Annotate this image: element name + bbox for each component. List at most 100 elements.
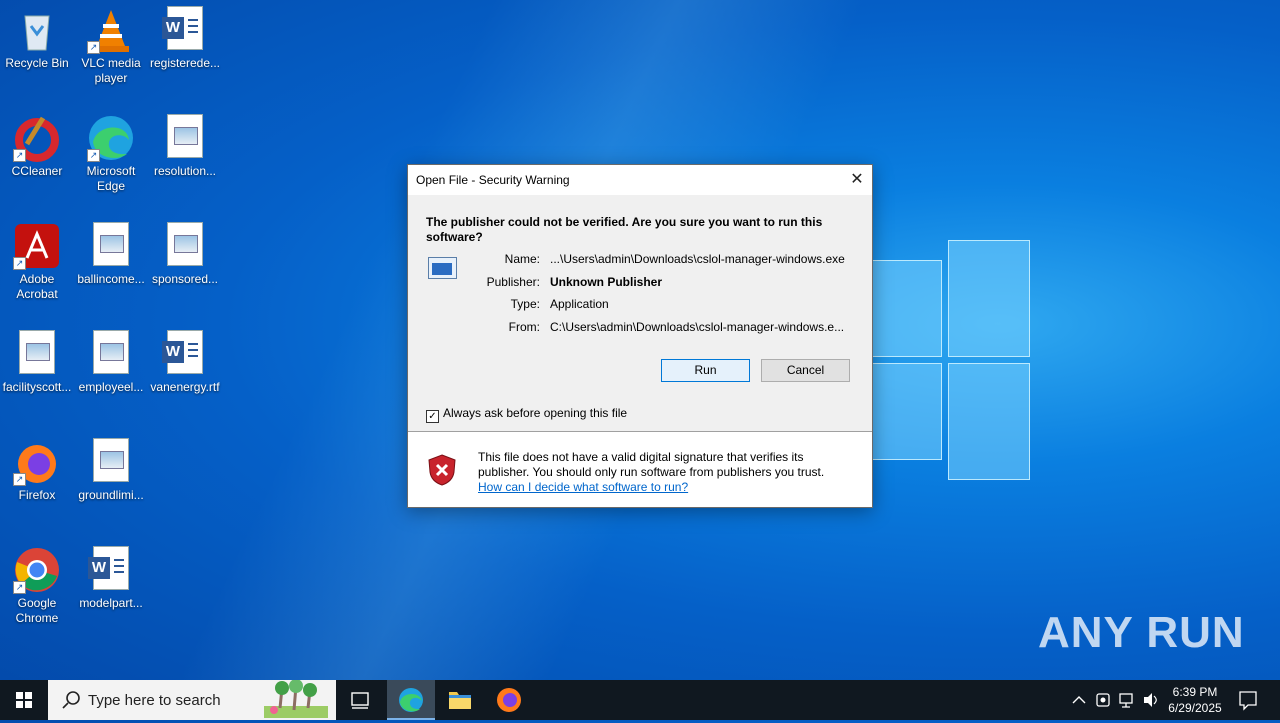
recycle-bin-icon (13, 6, 61, 54)
desktop-icon-vlc[interactable]: ↗ VLC media player (74, 0, 148, 86)
taskbar-firefox-button[interactable] (485, 680, 533, 720)
shortcut-arrow-icon: ↗ (87, 41, 100, 54)
chevron-up-icon (1072, 696, 1086, 704)
desktop-icon-resolution[interactable]: resolution... (148, 108, 222, 179)
warning-text: This file does not have a valid digital … (478, 450, 848, 495)
word-document-icon: W (161, 6, 209, 54)
chrome-icon: ↗ (13, 546, 61, 594)
type-label: Type: (510, 297, 540, 311)
vlc-cone-icon: ↗ (87, 6, 135, 54)
task-view-icon (351, 692, 369, 709)
word-document-icon: W (87, 546, 135, 594)
close-button[interactable]: ✕ (842, 165, 872, 195)
desktop-icon-label: Google Chrome (15, 596, 59, 625)
image-file-icon (87, 330, 135, 378)
shortcut-arrow-icon: ↗ (87, 149, 100, 162)
desktop-icon-registerede[interactable]: W registerede... (148, 0, 222, 71)
taskbar: Type here to search 6:39 PM 6/29/2025 (0, 680, 1280, 720)
warning-panel: This file does not have a valid digital … (408, 432, 872, 507)
desktop-icon-label: Firefox (18, 488, 56, 502)
dialog-heading: The publisher could not be verified. Are… (426, 215, 823, 244)
checkbox-label: Always ask before opening this file (443, 406, 628, 420)
image-file-icon (13, 330, 61, 378)
desktop-icon-label: Recycle Bin (5, 56, 69, 70)
desktop-icon-recycle-bin[interactable]: Recycle Bin (0, 0, 74, 71)
desktop-icon-employeel[interactable]: employeel... (74, 324, 148, 395)
shortcut-arrow-icon: ↗ (13, 581, 26, 594)
search-icon (62, 691, 80, 709)
desktop-icon-vanenergy[interactable]: W vanenergy.rtf (148, 324, 222, 395)
from-value: C:\Users\admin\Downloads\cslol-manager-w… (550, 320, 845, 334)
action-center-button[interactable] (1234, 680, 1262, 720)
image-file-icon (161, 222, 209, 270)
meet-now-icon (1096, 693, 1110, 707)
windows-wallpaper-logo (870, 240, 1030, 480)
desktop-icon-label: resolution... (153, 164, 217, 178)
desktop-icon-label: sponsored... (151, 272, 219, 286)
desktop-icon-firefox[interactable]: ↗ Firefox (0, 432, 74, 503)
desktop-icon-modelpart[interactable]: W modelpart... (74, 540, 148, 611)
cancel-button[interactable]: Cancel (761, 359, 850, 382)
image-file-icon (87, 438, 135, 486)
folder-icon (449, 692, 471, 709)
run-button[interactable]: Run (661, 359, 750, 382)
desktop-icon-label: employeel... (78, 380, 144, 394)
tray-volume-button[interactable] (1140, 680, 1162, 720)
warning-message: This file does not have a valid digital … (478, 450, 825, 479)
desktop-icon-label: Adobe Acrobat (16, 272, 58, 301)
always-ask-checkbox[interactable]: ✓ Always ask before opening this file (426, 406, 627, 423)
name-label: Name: (504, 252, 540, 266)
edge-icon (399, 688, 423, 712)
desktop-icon-ccleaner[interactable]: ↗ CCleaner (0, 108, 74, 179)
taskbar-file-explorer-button[interactable] (436, 680, 484, 720)
name-value: ...\Users\admin\Downloads\cslol-manager-… (550, 252, 845, 266)
desktop-icon-label: CCleaner (11, 164, 63, 178)
publisher-value: Unknown Publisher (550, 275, 663, 289)
desktop-icon-edge[interactable]: ↗ Microsoft Edge (74, 108, 148, 194)
image-file-icon (161, 114, 209, 162)
security-shield-icon (428, 454, 456, 486)
desktop-icon-label: VLC media player (81, 56, 141, 85)
tray-network-button[interactable] (1116, 680, 1138, 720)
shortcut-arrow-icon: ↗ (13, 257, 26, 270)
desktop-icon-label: groundlimi... (78, 488, 144, 502)
desktop-icon-sponsored[interactable]: sponsored... (148, 216, 222, 287)
edge-icon: ↗ (87, 114, 135, 162)
type-value: Application (550, 297, 609, 311)
notification-icon (1239, 691, 1257, 711)
help-link[interactable]: How can I decide what software to run? (478, 480, 848, 495)
clock-time: 6:39 PM (1172, 685, 1218, 699)
windows-start-icon (16, 692, 32, 708)
show-hidden-icons-button[interactable] (1068, 680, 1090, 720)
desktop-icon-label: vanenergy.rtf (150, 380, 220, 394)
dialog-title: Open File - Security Warning (416, 173, 570, 187)
desktop-icon-acrobat[interactable]: ↗ Adobe Acrobat (0, 216, 74, 302)
acrobat-icon: ↗ (13, 222, 61, 270)
security-warning-dialog: Open File - Security Warning ✕ The publi… (407, 164, 873, 508)
firefox-icon (497, 688, 521, 712)
tray-people-button[interactable] (1092, 680, 1114, 720)
desktop-icon-label: modelpart... (79, 596, 143, 610)
taskbar-search-box[interactable]: Type here to search (48, 680, 336, 720)
network-icon (1119, 693, 1133, 708)
desktop-icon-facilityscott[interactable]: facilityscott... (0, 324, 74, 395)
desktop-icon-label: ballincome... (77, 272, 145, 286)
close-icon: ✕ (850, 171, 864, 188)
desktop-icon-label: facilityscott... (2, 380, 72, 394)
start-button[interactable] (0, 680, 48, 720)
task-view-button[interactable] (336, 680, 384, 720)
search-highlight-illustration-icon (264, 680, 328, 718)
firefox-icon: ↗ (13, 438, 61, 486)
anyrun-watermark: ANY RUN (1038, 608, 1245, 657)
shortcut-arrow-icon: ↗ (13, 473, 26, 486)
desktop-icon-groundlimi[interactable]: groundlimi... (74, 432, 148, 503)
speaker-icon (1144, 693, 1157, 707)
taskbar-clock[interactable]: 6:39 PM 6/29/2025 (1160, 684, 1230, 716)
desktop-icon-ballincome[interactable]: ballincome... (74, 216, 148, 287)
checkbox-checked-icon[interactable]: ✓ (426, 410, 439, 423)
taskbar-edge-button[interactable] (387, 680, 435, 720)
clock-date: 6/29/2025 (1168, 701, 1222, 715)
desktop-icon-label: registerede... (149, 56, 221, 70)
dialog-titlebar[interactable]: Open File - Security Warning ✕ (408, 165, 872, 195)
desktop-icon-chrome[interactable]: ↗ Google Chrome (0, 540, 74, 626)
